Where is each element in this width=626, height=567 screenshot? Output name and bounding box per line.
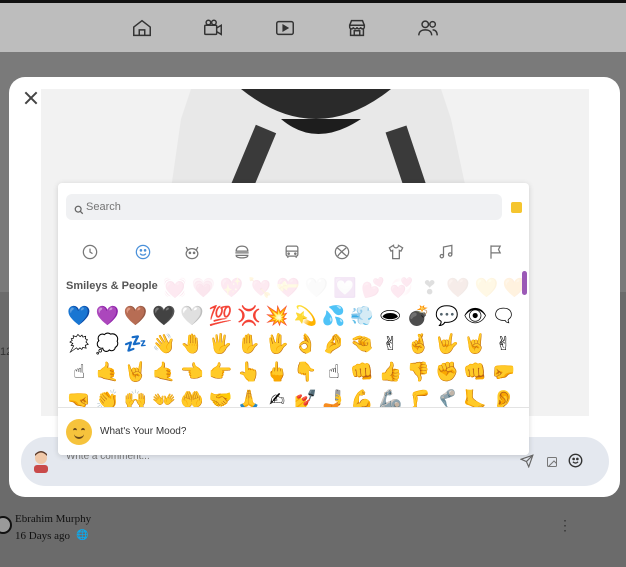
emoji-faded: 💝 [276,277,301,299]
emoji-item[interactable]: 👍 [377,359,403,385]
smileys-icon[interactable] [133,242,153,262]
emoji-faded: 💟 [332,277,357,299]
skin-tone-selector[interactable] [511,202,522,213]
user-avatar [30,449,52,473]
emoji-item[interactable]: 👁 [462,303,488,329]
search-icon [74,202,84,215]
store-icon[interactable] [346,17,368,39]
emoji-item[interactable]: 💫 [292,303,318,329]
emoji-item[interactable]: ✊ [434,359,460,385]
emoji-item[interactable]: ☝ [66,359,92,385]
mood-prompt: What's Your Mood? [100,426,187,437]
travel-icon[interactable] [282,242,302,262]
emoji-item[interactable]: 💭 [94,331,120,357]
emoji-item[interactable]: 👋 [151,331,177,357]
emoji-item[interactable]: 💙 [66,303,92,329]
emoji-item[interactable]: 🗯 [66,331,92,357]
emoji-item[interactable]: 🤙 [94,359,120,385]
section-title: Smileys & People [66,280,158,292]
author-avatar[interactable] [0,516,12,534]
emoji-faded: 💛 [474,277,499,299]
recent-icon[interactable] [80,242,100,262]
emoji-item[interactable]: 🤞 [406,331,432,357]
emoji-item[interactable]: 💤 [123,331,149,357]
emoji-item[interactable]: 💨 [349,303,375,329]
friends-icon[interactable] [417,17,439,39]
emoji-item[interactable]: 🤘 [123,359,149,385]
emoji-faded: ❣ [421,277,438,299]
video-icon[interactable] [202,17,224,39]
emoji-item[interactable]: 👇 [292,359,318,385]
animals-icon[interactable] [182,242,202,262]
emoji-item[interactable]: 🤍 [179,303,205,329]
emoji-faded: 💘 [248,277,272,299]
emoji-faded: 💓 [163,277,187,299]
emoji-item[interactable]: 💣 [406,303,432,329]
emoji-item[interactable]: 🖕 [264,359,290,385]
emoji-categories [58,238,529,268]
activities-icon[interactable] [332,242,352,262]
emoji-item[interactable]: 💜 [94,303,120,329]
top-nav [0,0,626,52]
emoji-item[interactable]: 👉 [208,359,234,385]
emoji-item[interactable]: 👎 [406,359,432,385]
play-icon[interactable] [274,17,296,39]
emoji-item[interactable]: 💯 [208,303,234,329]
food-icon[interactable] [232,242,252,262]
emoji-item[interactable]: 🤘 [462,331,488,357]
emoji-picker: 💓💗💖💘💝🤍💟💕💞❣🤎💛🧡💙💜🤎🖤🤍💯💢💥💫💦💨🕳💣💬👁🗨🗯💭💤👋🤚🖐✋🖖👌🤌🤏… [58,183,529,455]
emoji-faded: 🤎 [446,277,470,299]
emoji-search[interactable] [66,194,502,220]
image-icon[interactable] [546,455,558,467]
emoji-item[interactable]: 🕳 [377,303,403,329]
emoji-item[interactable]: 🤎 [123,303,149,329]
emoji-item[interactable]: 🤟 [434,331,460,357]
home-icon[interactable] [131,17,153,39]
emoji-scrollbar[interactable] [522,271,527,295]
emoji-faded: 💗 [191,277,216,299]
emoji-item[interactable]: 👆 [236,359,262,385]
emoji-faded: 💕 [361,277,385,299]
post-author-row: Ebrahim Murphy 16 Days ago 🌐 ⋮ [0,508,626,567]
emoji-item[interactable]: 🖤 [151,303,177,329]
emoji-faded: 🤍 [304,277,329,299]
emoji-grid: 💓 💗 💖 💘 💝 🤍 💟 💕 💞 ❣ 🤎 💛 🧡 💙 💜 🤎 🖤 🤍 💯 💢 💥 💫 💦 💨 🕳 💣 💬 👁 🗨 🗯 💭 💤 👋 🤚 🖐 ✋ 🖖 👌 🤌 🤏… [66,277,526,413]
emoji-item[interactable]: ✌ [491,331,517,357]
emoji-item[interactable]: 💬 [434,303,460,329]
emoji-item[interactable]: 🤌 [321,331,347,357]
close-icon[interactable] [24,91,38,105]
emoji-toggle-icon[interactable] [568,453,583,468]
emoji-item[interactable]: ✋ [236,331,262,357]
emoji-item[interactable]: 🤚 [179,331,205,357]
emoji-item[interactable]: 🤏 [349,331,375,357]
emoji-item[interactable]: 🤙 [151,359,177,385]
emoji-faded: 💖 [219,277,244,299]
emoji-item[interactable]: 🖖 [264,331,290,357]
more-options-icon[interactable]: ⋮ [558,517,572,534]
objects-icon[interactable] [386,242,406,262]
author-name[interactable]: Ebrahim Murphy [15,513,91,525]
emoji-item[interactable]: 💦 [321,303,347,329]
mood-smiley-icon [66,419,92,445]
emoji-item[interactable]: 👌 [292,331,318,357]
send-icon[interactable] [519,454,534,469]
emoji-search-input[interactable] [86,199,486,215]
emoji-item[interactable]: 👊 [462,359,488,385]
emoji-item[interactable]: 💥 [264,303,290,329]
symbols-icon[interactable] [436,242,456,262]
emoji-item[interactable]: 🗨 [491,303,517,329]
flags-icon[interactable] [486,242,506,262]
emoji-faded: 💞 [389,277,414,299]
emoji-item[interactable]: 🤛 [491,359,517,385]
emoji-item[interactable]: ☝ [321,359,347,385]
emoji-item[interactable]: 👊 [349,359,375,385]
post-time: 16 Days ago [15,530,70,542]
emoji-item[interactable]: 🖐 [208,331,234,357]
emoji-item[interactable]: 💢 [236,303,262,329]
emoji-item[interactable]: 👈 [179,359,205,385]
mood-bar[interactable]: What's Your Mood? [58,407,529,455]
emoji-item[interactable]: ✌ [377,331,403,357]
globe-icon: 🌐 [76,530,89,541]
